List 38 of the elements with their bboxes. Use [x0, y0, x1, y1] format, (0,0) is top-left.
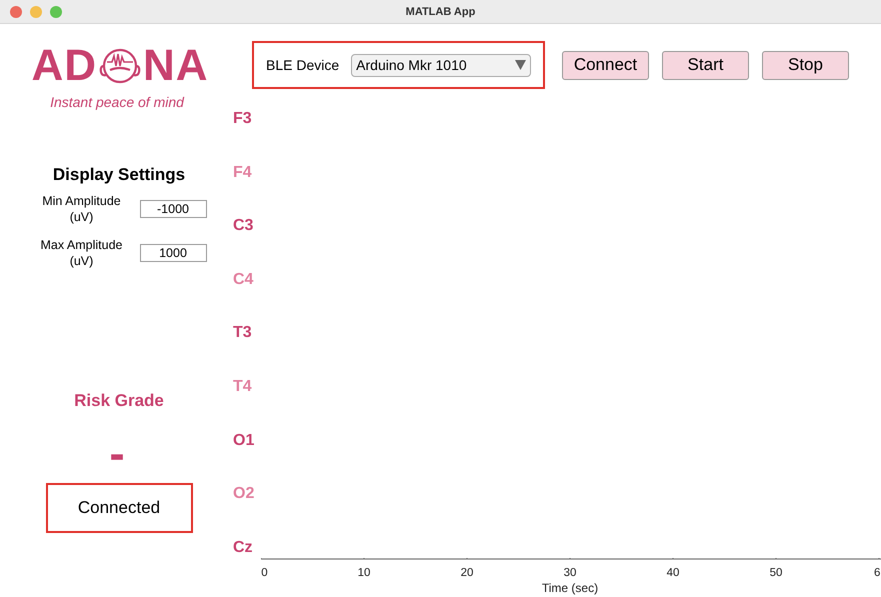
axis-tick-label: 20 — [460, 567, 474, 579]
axis-tick-label: 30 — [564, 567, 576, 579]
action-button[interactable]: Connect — [562, 50, 649, 80]
axis-tick-label: 50 — [770, 567, 782, 579]
device-label: BLE Device — [266, 57, 340, 73]
window-title: MATLAB App — [406, 6, 476, 18]
logo-tagline: Instant peace of mind — [50, 94, 184, 110]
action-button[interactable]: Start — [662, 50, 749, 80]
axis-title: Time (sec) — [542, 581, 598, 595]
amplitude-field[interactable]: 1000 — [140, 244, 206, 262]
close-window-icon[interactable] — [10, 6, 22, 18]
caret-icon — [515, 60, 526, 70]
logo-text: AD — [31, 44, 97, 88]
section-title: Display Settings — [52, 165, 186, 185]
axis-tick-label: 0 — [261, 567, 268, 579]
axis-tick-label: 10 — [358, 567, 370, 579]
amplitude-field[interactable]: -1000 — [140, 200, 206, 218]
channel-label: F3 — [233, 110, 253, 128]
field-label: Max Amplitude (uV) — [40, 237, 124, 269]
connection-status: Connected — [46, 483, 192, 533]
risk-grade-title: Risk Grade — [74, 391, 164, 411]
action-button[interactable]: Stop — [762, 50, 849, 80]
minimize-window-icon[interactable] — [30, 6, 42, 18]
channel-label: T4 — [233, 378, 253, 396]
risk-grade-value: - — [109, 433, 125, 473]
axis-tick-label: 6 — [874, 567, 880, 579]
axis-tick-label: 40 — [666, 567, 680, 579]
channel-label: Cz — [233, 538, 254, 557]
channel-label: T3 — [233, 324, 253, 342]
device-dropdown[interactable]: Arduino Mkr 1010 — [351, 54, 532, 76]
logo-text: NA — [143, 44, 209, 88]
zoom-window-icon[interactable] — [50, 6, 62, 18]
channel-label: O1 — [233, 432, 256, 450]
channel-label: F4 — [233, 164, 253, 182]
field-label: Min Amplitude (uV) — [41, 193, 122, 225]
channel-label: C3 — [233, 217, 254, 236]
channel-label: C4 — [233, 270, 254, 289]
channel-label: O2 — [233, 485, 256, 504]
